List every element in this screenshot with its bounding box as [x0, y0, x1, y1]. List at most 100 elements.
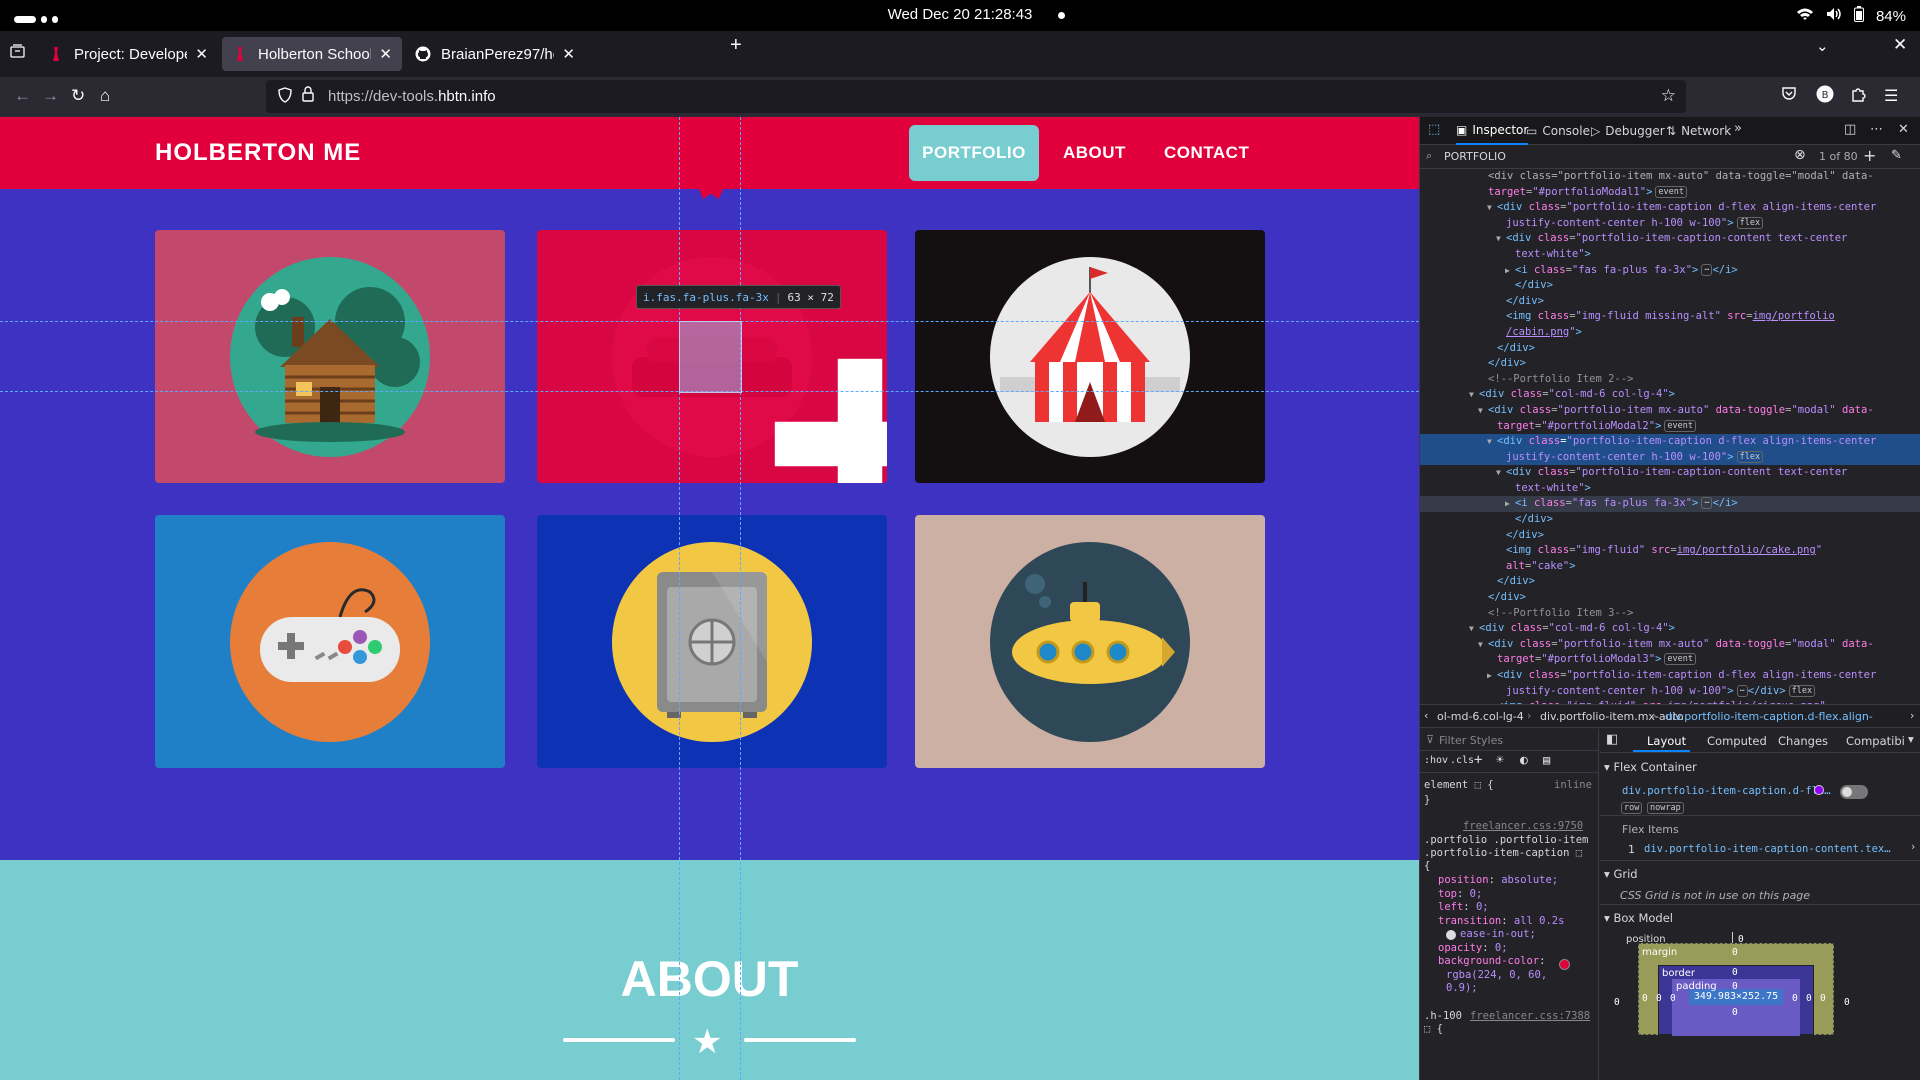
margin-left-value[interactable]: 0 — [1642, 993, 1648, 1004]
expand-toggle-icon[interactable]: ▶ — [1487, 668, 1497, 684]
hov-toggle[interactable]: :hov — [1424, 755, 1448, 766]
portfolio-item-submarine[interactable] — [915, 515, 1265, 768]
css-value[interactable]: 0; — [1495, 942, 1508, 954]
css-property[interactable]: background-color — [1438, 955, 1539, 967]
markup-badge[interactable]: ⋯ — [1736, 684, 1748, 697]
markup-view[interactable]: <div class="portfolio-item mx-auto" data… — [1420, 169, 1920, 704]
position-left-value[interactable]: 0 — [1614, 997, 1620, 1008]
flex-container-header[interactable]: ▾ Flex Container — [1604, 760, 1697, 774]
panel-layout-icon[interactable]: ◧ — [1606, 732, 1618, 747]
new-tab-button[interactable]: + — [730, 34, 742, 57]
css-value[interactable]: absolute; — [1501, 874, 1558, 886]
markup-node-line[interactable]: ▼ <div class="portfolio-item mx-auto" dat… — [1420, 403, 1920, 419]
add-node-plus-icon[interactable]: + — [1863, 146, 1876, 165]
tab-compatibility[interactable]: Compatibil — [1846, 734, 1904, 748]
markup-node-line[interactable]: <!--Portfolio Item 2--> — [1420, 372, 1920, 388]
markup-node-line[interactable]: </div> — [1420, 341, 1920, 357]
markup-node-line[interactable]: ▶ <i class="fas fa-plus fa-3x"> ⋯ </i> — [1420, 496, 1920, 513]
expand-toggle-icon[interactable]: ▼ — [1478, 403, 1488, 419]
padding-left-value[interactable]: 0 — [1670, 993, 1676, 1004]
close-tab-icon[interactable]: ✕ — [379, 45, 392, 63]
css-property[interactable]: position — [1438, 874, 1489, 886]
markup-node-line[interactable]: justify-content-center h-100 w-100"> ⋯ </d… — [1420, 684, 1920, 700]
markup-node-line[interactable]: ▼ <div class="portfolio-item-caption d-fl… — [1420, 200, 1920, 216]
tab-debugger[interactable]: ▷ Debugger — [1591, 117, 1665, 145]
flex-color-swatch[interactable] — [1814, 785, 1824, 795]
breadcrumb-scroll-right-icon[interactable]: › — [1910, 709, 1914, 722]
css-property[interactable]: opacity — [1438, 942, 1482, 954]
css-value[interactable]: 0; — [1470, 888, 1483, 900]
tab-computed[interactable]: Computed — [1707, 734, 1767, 748]
nav-about[interactable]: ABOUT — [1047, 125, 1142, 181]
nav-portfolio[interactable]: PORTFOLIO — [909, 125, 1039, 181]
system-tray[interactable]: 84% — [1796, 6, 1906, 26]
rule-source-link[interactable]: freelancer.css:9750 — [1463, 820, 1583, 832]
close-tab-icon[interactable]: ✕ — [195, 45, 208, 63]
css-declaration[interactable]: left: 0; — [1438, 901, 1489, 913]
css-value[interactable]: ease-in-out; — [1460, 928, 1536, 940]
markup-node-line[interactable]: ▼ <div class="portfolio-item-caption-cont… — [1420, 231, 1920, 247]
markup-badge[interactable]: event — [1664, 419, 1696, 432]
css-value[interactable]: rgba(224, 0, 60, — [1446, 969, 1547, 981]
close-tab-icon[interactable]: ✕ — [562, 45, 575, 63]
markup-node-line[interactable]: </div> — [1420, 294, 1920, 310]
grid-header[interactable]: ▾ Grid — [1604, 867, 1638, 881]
portfolio-item-safe[interactable] — [537, 515, 887, 768]
css-value[interactable]: all 0.2s — [1514, 915, 1565, 927]
position-right-value[interactable]: 0 — [1844, 997, 1850, 1008]
markup-node-line[interactable]: ▼ <div class="col-md-6 col-lg-4"> — [1420, 387, 1920, 403]
portfolio-item-game[interactable] — [155, 515, 505, 768]
padding-bottom-value[interactable]: 0 — [1732, 1007, 1738, 1018]
home-icon[interactable]: ⌂ — [100, 86, 110, 106]
overflow-menu-icon[interactable]: ⋯ — [1870, 122, 1883, 137]
nav-contact[interactable]: CONTACT — [1148, 125, 1265, 181]
add-rule-plus-icon[interactable]: + — [1474, 752, 1482, 768]
markup-badge[interactable]: flex — [1788, 684, 1816, 697]
markup-node-line[interactable]: ▼ <div class="portfolio-item-caption d-fl… — [1420, 434, 1920, 450]
markup-node-line[interactable]: <img class="img-fluid" src=img/portfolio… — [1420, 543, 1920, 559]
markup-node-line[interactable]: </div> — [1420, 278, 1920, 294]
padding-right-value[interactable]: 0 — [1792, 993, 1798, 1004]
margin-top-value[interactable]: 0 — [1732, 947, 1738, 958]
tab-overview-icon[interactable] — [10, 44, 25, 63]
padding-top-value[interactable]: 0 — [1732, 981, 1738, 992]
markup-node-line[interactable]: </div> — [1420, 590, 1920, 606]
rule-source-link[interactable]: freelancer.css:7388 — [1470, 1010, 1590, 1022]
css-declaration[interactable]: transition: all 0.2s — [1438, 915, 1564, 927]
tracking-protection-shield-icon[interactable] — [278, 87, 292, 107]
markup-node-line[interactable]: target="#portfolioModal1"> event — [1420, 185, 1920, 201]
site-brand[interactable]: HOLBERTON ME — [155, 139, 361, 167]
css-declaration[interactable]: ease-in-out; — [1460, 928, 1536, 940]
markup-node-line[interactable]: target="#portfolioModal3"> event — [1420, 652, 1920, 668]
markup-node-line[interactable]: ▼ <div class="portfolio-item-caption-cont… — [1420, 465, 1920, 481]
tab-inspector[interactable]: ▣ Inspector — [1456, 117, 1529, 145]
eyedropper-icon[interactable]: ✎ — [1891, 148, 1902, 163]
forward-arrow-icon[interactable]: → — [42, 86, 59, 106]
flex-container-selector[interactable]: div.portfolio-item-caption.d-fle… — [1622, 785, 1831, 797]
markup-node-line[interactable]: <!--Portfolio Item 3--> — [1420, 606, 1920, 622]
expand-toggle-icon[interactable]: ▼ — [1496, 465, 1506, 481]
flex-item-chevron-right-icon[interactable]: › — [1911, 840, 1915, 853]
css-property[interactable]: transition — [1438, 915, 1501, 927]
bookmark-star-icon[interactable]: ☆ — [1661, 86, 1676, 106]
extensions-puzzle-icon[interactable] — [1850, 86, 1866, 107]
markup-node-line[interactable]: ▼ <div class="portfolio-item mx-auto" dat… — [1420, 637, 1920, 653]
markup-node-line[interactable]: <div class="portfolio-item mx-auto" data… — [1420, 169, 1920, 185]
cls-toggle[interactable]: .cls — [1450, 755, 1474, 766]
expand-toggle-icon[interactable]: ▼ — [1487, 200, 1497, 216]
lock-icon[interactable] — [302, 86, 314, 106]
css-declaration[interactable]: 0.9); — [1446, 982, 1478, 994]
expand-toggle-icon[interactable]: ▼ — [1496, 231, 1506, 247]
portfolio-item-circus[interactable] — [915, 230, 1265, 483]
url-text[interactable]: https://dev-tools.hbtn.info — [328, 88, 496, 105]
print-media-icon[interactable]: ▤ — [1543, 753, 1550, 767]
markup-node-line[interactable]: text-white"> — [1420, 481, 1920, 497]
list-all-tabs-chevron-down-icon[interactable]: ⌄ — [1816, 37, 1829, 55]
markup-node-line[interactable]: </div> — [1420, 356, 1920, 372]
markup-node-line[interactable]: text-white"> — [1420, 247, 1920, 263]
expand-toggle-icon[interactable]: ▶ — [1505, 263, 1515, 279]
markup-badge[interactable]: event — [1655, 185, 1687, 198]
markup-node-line[interactable]: justify-content-center h-100 w-100"> flex — [1420, 449, 1920, 466]
breadcrumb-item[interactable]: ol-md-6.col-lg-4 — [1437, 710, 1524, 723]
portfolio-item-cabin[interactable] — [155, 230, 505, 483]
